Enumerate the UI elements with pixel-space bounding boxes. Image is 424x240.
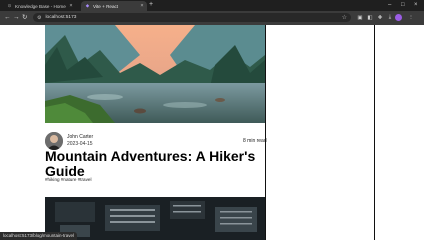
author-name: John Carter [67,134,94,140]
forward-icon[interactable]: → [13,14,20,21]
downloads-icon[interactable]: ⤓ [386,13,394,22]
mountain-lake-photo [45,25,265,123]
close-window-icon[interactable]: × [414,2,418,8]
browser-toolbar: ← → ↻ ⚙ localhost:5173 ☆ ▣ ◧ ✚ ⤓ ⋮ [0,11,424,25]
post-tags: #hiking #nature #travel [45,177,92,182]
tab-label: Knowledge Base - Home [15,3,66,9]
new-tab-button[interactable]: + [149,1,153,8]
minimize-icon[interactable]: – [388,2,391,8]
page-icon: ⊙ [7,3,12,8]
reload-icon[interactable]: ↻ [22,14,27,21]
page-viewport: John Carter 2023-04-15 8 min read Mounta… [0,25,424,240]
maximize-icon[interactable]: □ [401,2,405,8]
post-date: 2023-04-15 [67,141,93,147]
circuit-board-photo [45,197,265,240]
column-divider [374,25,375,240]
browser-tab-strip: ⊙ Knowledge Base - Home × ◆ Vite + React… [0,0,424,11]
back-icon[interactable]: ← [4,14,11,21]
address-bar[interactable]: ⚙ localhost:5173 ☆ [33,13,351,22]
status-bar-url: localhost:5173/blog/mountain-travel [0,232,78,240]
site-info-icon[interactable]: ⚙ [37,15,41,21]
close-icon[interactable]: × [139,3,145,9]
tab-knowledge-base[interactable]: ⊙ Knowledge Base - Home × [3,1,76,11]
vite-icon: ◆ [85,3,90,8]
read-time: 8 min read [243,138,267,144]
tab-label: Vite + React [93,3,119,9]
bookmark-star-icon[interactable]: ☆ [342,14,347,21]
profile-avatar[interactable] [395,14,402,21]
post-hero-image [45,25,265,123]
extension-icon[interactable]: ◧ [366,13,374,22]
puzzle-icon[interactable]: ✚ [376,13,384,22]
menu-icon[interactable]: ⋮ [407,13,415,22]
tab-vite-react[interactable]: ◆ Vite + React × [81,1,147,11]
address-url: localhost:5173 [45,15,77,20]
post-title: Mountain Adventures: A Hiker's Guide [45,148,256,179]
next-post-image[interactable] [45,197,265,240]
close-icon[interactable]: × [68,3,74,9]
extension-icon[interactable]: ▣ [356,13,364,22]
column-divider [265,25,266,240]
